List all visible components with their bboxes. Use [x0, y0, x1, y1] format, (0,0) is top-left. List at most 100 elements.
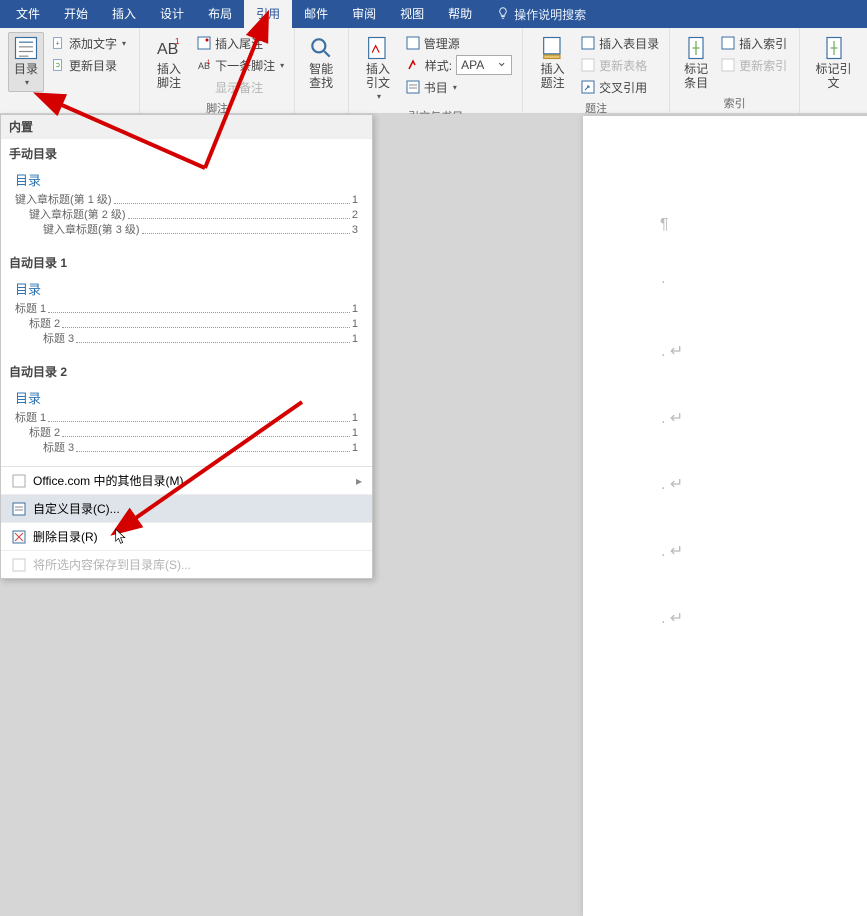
- next-footnote-icon: AB1: [196, 57, 212, 73]
- chevron-down-icon: ▾: [280, 61, 284, 70]
- tab-file[interactable]: 文件: [4, 0, 52, 28]
- plus-doc-icon: +: [50, 35, 66, 51]
- paragraph-mark-icon: . ↵: [661, 474, 683, 494]
- add-text-button[interactable]: + 添加文字▾: [48, 32, 128, 54]
- more-toc-office-button[interactable]: Office.com 中的其他目录(M) ▸: [1, 466, 372, 494]
- sources-icon: [405, 35, 421, 51]
- tof-icon: [580, 35, 596, 51]
- tab-design[interactable]: 设计: [148, 0, 196, 28]
- svg-text:+: +: [56, 40, 60, 47]
- titlebar: 文件 开始 插入 设计 布局 引用 邮件 审阅 视图 帮助 操作说明搜索: [0, 0, 867, 28]
- mark-citation-icon: [820, 34, 848, 62]
- tab-references[interactable]: 引用: [244, 0, 292, 28]
- manage-sources-button[interactable]: 管理源: [403, 32, 514, 54]
- save-toc-icon: [11, 557, 27, 573]
- tab-layout[interactable]: 布局: [196, 0, 244, 28]
- style-icon: [405, 57, 421, 73]
- page[interactable]: ¶ . . ↵ . ↵ . ↵ . ↵ . ↵: [583, 116, 867, 916]
- gallery-item-auto-toc-1[interactable]: 自动目录 1 目录 标题 11 标题 21 标题 31: [1, 248, 372, 357]
- insert-footnote-label: 插入脚注: [152, 62, 186, 90]
- mark-entry-label: 标记 条目: [684, 62, 708, 90]
- bibliography-button[interactable]: 书目 ▾: [403, 76, 514, 98]
- update-index-button[interactable]: 更新索引: [718, 54, 789, 76]
- auto-toc-2-preview: 目录 标题 11 标题 21 标题 31: [1, 384, 372, 466]
- toc-button-label: 目录: [14, 62, 38, 76]
- next-footnote-button[interactable]: AB1 下一条脚注▾: [194, 54, 286, 76]
- remove-toc-icon: [11, 529, 27, 545]
- citation-icon: [364, 34, 392, 62]
- update-index-icon: [720, 57, 736, 73]
- smart-lookup-button[interactable]: 智能 查找: [303, 32, 339, 92]
- save-selection-toc-button[interactable]: 将所选内容保存到目录库(S)...: [1, 550, 372, 578]
- search-icon: [307, 34, 335, 62]
- document-area[interactable]: ¶ . . ↵ . ↵ . ↵ . ↵ . ↵: [373, 114, 867, 638]
- refresh-doc-icon: [50, 57, 66, 73]
- chevron-down-icon: ▾: [122, 39, 126, 48]
- tell-me-label: 操作说明搜索: [514, 6, 586, 23]
- insert-footnote-button[interactable]: AB1 插入脚注: [148, 32, 190, 92]
- insert-citation-label: 插入引文: [361, 62, 395, 90]
- show-notes-button[interactable]: 显示备注: [194, 76, 286, 98]
- manage-sources-label: 管理源: [424, 35, 460, 52]
- tab-insert[interactable]: 插入: [100, 0, 148, 28]
- gallery-section-builtin: 内置: [1, 115, 372, 139]
- insert-index-button[interactable]: 插入索引: [718, 32, 789, 54]
- svg-text:1: 1: [175, 37, 180, 46]
- show-notes-label: 显示备注: [215, 79, 263, 96]
- mark-citation-label: 标记引文: [812, 62, 855, 90]
- insert-endnote-button[interactable]: 插入尾注: [194, 32, 286, 54]
- smart-lookup-label: 智能 查找: [309, 62, 333, 90]
- tab-view[interactable]: 视图: [388, 0, 436, 28]
- mark-entry-button[interactable]: 标记 条目: [678, 32, 714, 92]
- lightbulb-icon: [496, 6, 510, 23]
- toc-gallery-dropdown[interactable]: 内置 手动目录 目录 键入章标题(第 1 级)1 键入章标题(第 2 级)2 键…: [0, 114, 373, 579]
- insert-citation-button[interactable]: 插入引文▾: [357, 32, 399, 106]
- group-label-toc: [8, 99, 131, 111]
- tab-mailings[interactable]: 邮件: [292, 0, 340, 28]
- paragraph-mark-icon: . ↵: [661, 608, 683, 628]
- insert-index-label: 插入索引: [739, 35, 787, 52]
- update-index-label: 更新索引: [739, 57, 787, 74]
- caption-icon: [539, 34, 567, 62]
- auto-toc-1-preview: 目录 标题 11 标题 21 标题 31: [1, 275, 372, 357]
- group-footnotes: AB1 插入脚注 插入尾注 AB1 下一条脚注▾ 显示备注 脚注: [140, 28, 295, 113]
- remove-toc-button[interactable]: 删除目录(R): [1, 522, 372, 550]
- svg-text:1: 1: [207, 60, 211, 66]
- toc-button[interactable]: 目录▾: [8, 32, 44, 92]
- auto-toc-1-label: 自动目录 1: [1, 248, 372, 275]
- auto-toc-2-label: 自动目录 2: [1, 357, 372, 384]
- tab-review[interactable]: 审阅: [340, 0, 388, 28]
- update-toc-label: 更新目录: [69, 57, 117, 74]
- cross-reference-label: 交叉引用: [599, 79, 647, 96]
- bibliography-icon: [405, 79, 421, 95]
- insert-tof-label: 插入表目录: [599, 35, 659, 52]
- update-toc-button[interactable]: 更新目录: [48, 54, 128, 76]
- paragraph-mark-icon: ¶: [660, 216, 669, 234]
- manual-toc-label: 手动目录: [1, 139, 372, 166]
- chevron-down-icon: ▾: [377, 90, 381, 104]
- gallery-item-auto-toc-2[interactable]: 自动目录 2 目录 标题 11 标题 21 标题 31: [1, 357, 372, 466]
- endnote-icon: [196, 35, 212, 51]
- bibliography-label: 书目: [424, 79, 448, 96]
- insert-tof-button[interactable]: 插入表目录: [578, 32, 661, 54]
- update-table-button[interactable]: 更新表格: [578, 54, 661, 76]
- tell-me-search[interactable]: 操作说明搜索: [484, 6, 598, 23]
- mark-citation-button[interactable]: 标记引文: [808, 32, 859, 92]
- paragraph-mark-icon: .: [661, 270, 665, 288]
- tab-help[interactable]: 帮助: [436, 0, 484, 28]
- group-citations: 插入引文▾ 管理源 样式: APA 书目▾ 引文与书目: [349, 28, 523, 113]
- office-icon: [11, 473, 27, 489]
- custom-toc-button[interactable]: 自定义目录(C)...: [1, 494, 372, 522]
- insert-caption-label: 插入题注: [535, 62, 570, 90]
- tab-home[interactable]: 开始: [52, 0, 100, 28]
- chevron-right-icon: ▸: [356, 474, 362, 488]
- chevron-down-icon: ▾: [453, 83, 457, 92]
- citation-style-select[interactable]: APA: [456, 55, 512, 75]
- more-toc-office-label: Office.com 中的其他目录(M): [33, 472, 350, 489]
- style-label: 样式:: [425, 57, 452, 74]
- insert-caption-button[interactable]: 插入题注: [531, 32, 574, 92]
- footnote-icon: AB1: [155, 34, 183, 62]
- gallery-item-manual-toc[interactable]: 手动目录 目录 键入章标题(第 1 级)1 键入章标题(第 2 级)2 键入章标…: [1, 139, 372, 248]
- cross-reference-button[interactable]: 交叉引用: [578, 76, 661, 98]
- ribbon: 目录▾ + 添加文字▾ 更新目录 AB1 插入脚注: [0, 28, 867, 114]
